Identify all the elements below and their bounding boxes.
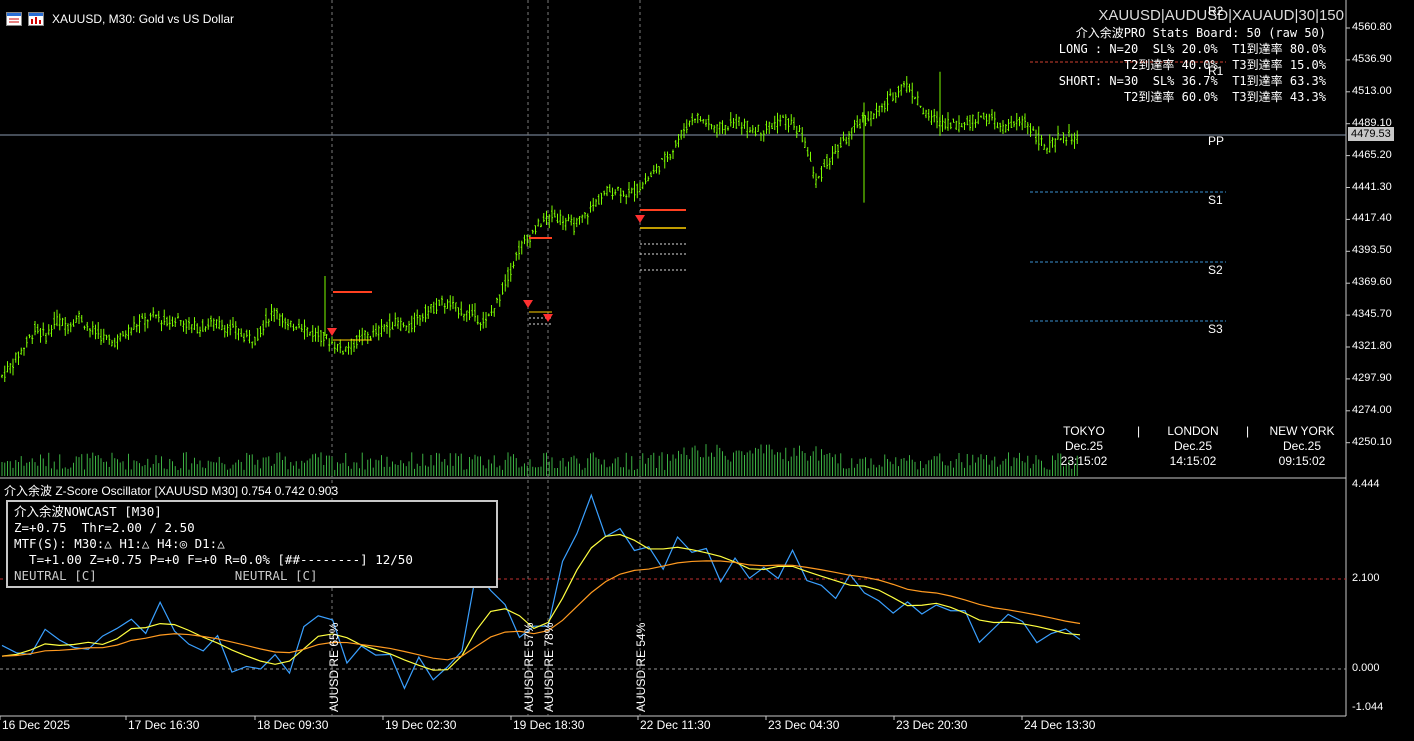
event-label: AUUSD RE 78% xyxy=(542,622,556,712)
chart-canvas[interactable] xyxy=(0,0,1414,741)
session-name: LONDON xyxy=(1167,424,1219,438)
sell-arrow-icon xyxy=(543,314,553,322)
sell-arrow-icon xyxy=(523,300,533,308)
stats-line: SHORT: N=30 SL% 36.7% T1到達率 63.3% xyxy=(1058,74,1326,88)
time-tick: 22 Dec 11:30 xyxy=(640,718,711,732)
pivot-s1-label: S1 xyxy=(1208,193,1223,207)
nowcast-status-row: NEUTRAL [C] NEUTRAL [C] xyxy=(14,568,490,584)
price-tick: 4297.90 xyxy=(1352,371,1392,384)
session-date: Dec.25 xyxy=(1064,439,1104,453)
sell-arrow-icon xyxy=(635,215,645,223)
session-time: 09:15:02 xyxy=(1278,454,1326,468)
price-tick: 4393.50 xyxy=(1352,244,1392,257)
time-tick: 23 Dec 20:30 xyxy=(896,718,968,732)
pivot-s3-label: S3 xyxy=(1208,322,1223,336)
osc-axis-tick: 2.100 xyxy=(1352,572,1380,584)
nowcast-line: 介入余波NOWCAST [M30] xyxy=(14,504,162,519)
session-name: TOKYO xyxy=(1063,424,1105,438)
current-price-tag: 4479.53 xyxy=(1348,127,1394,141)
session-name: NEW YORK xyxy=(1269,424,1335,438)
price-tick: 4513.00 xyxy=(1352,84,1392,97)
session-date: Dec.25 xyxy=(1282,439,1322,453)
pivot-r1-label: R1 xyxy=(1208,64,1224,78)
nowcast-line: T=+1.00 Z=+0.75 P=+0 F=+0 R=0.0% [##----… xyxy=(14,552,413,567)
price-tick: 4417.40 xyxy=(1352,212,1392,225)
osc-axis-tick: 4.444 xyxy=(1352,478,1380,490)
price-tick: 4560.80 xyxy=(1352,21,1392,33)
session-newyork: NEW YORK Dec.25 09:15:02 xyxy=(1258,424,1346,469)
chart-symbol-title: XAUUSD, M30: Gold vs US Dollar xyxy=(52,12,235,26)
stats-line: LONG : N=20 SL% 20.0% T1到達率 80.0% xyxy=(1058,42,1326,56)
time-tick: 19 Dec 18:30 xyxy=(513,718,585,732)
session-time: 23:15:02 xyxy=(1060,454,1108,468)
grid-lines xyxy=(0,0,1350,720)
stats-line: T2到達率 60.0% T3到達率 43.3% xyxy=(1123,90,1326,104)
price-tick: 4441.30 xyxy=(1352,180,1392,193)
price-tick: 4465.20 xyxy=(1352,148,1392,161)
chart-type-icon[interactable] xyxy=(28,12,44,26)
session-separator: | xyxy=(1245,424,1250,438)
time-tick: 23 Dec 04:30 xyxy=(768,718,840,732)
session-tokyo: TOKYO Dec.25 23:15:02 xyxy=(1040,424,1128,469)
time-tick: 17 Dec 16:30 xyxy=(128,718,200,732)
pivot-r2-label: R2 xyxy=(1208,4,1224,18)
session-date: Dec.25 xyxy=(1173,439,1213,453)
nowcast-line: MTF(S): M30:△ H1:△ H4:◎ D1:△ xyxy=(14,536,225,551)
time-tick: 18 Dec 09:30 xyxy=(257,718,329,732)
chart-list-icon[interactable] xyxy=(6,12,22,26)
session-time: 14:15:02 xyxy=(1169,454,1217,468)
osc-axis-tick: -1.044 xyxy=(1352,701,1384,713)
oscillator-title: 介入余波 Z-Score Oscillator [XAUUSD M30] 0.7… xyxy=(4,484,339,498)
stats-line: T2到達率 40.0% T3到達率 15.0% xyxy=(1123,58,1326,72)
nowcast-line: Z=+0.75 Thr=2.00 / 2.50 xyxy=(14,520,195,535)
sell-arrow-icon xyxy=(327,328,337,336)
price-tick: 4250.10 xyxy=(1352,435,1392,448)
price-tick: 4274.00 xyxy=(1352,403,1392,416)
nowcast-status-right: NEUTRAL [C] xyxy=(234,568,318,583)
pivot-s2-label: S2 xyxy=(1208,263,1223,277)
price-tick: 4369.60 xyxy=(1352,276,1392,289)
session-clocks: TOKYO Dec.25 23:15:02 | LONDON Dec.25 14… xyxy=(1040,424,1346,469)
pivot-pp-label: PP xyxy=(1208,134,1225,148)
price-tick: 4321.80 xyxy=(1352,340,1392,352)
volume-bars xyxy=(1,444,1078,476)
osc-axis-tick: 0.000 xyxy=(1352,662,1380,674)
nowcast-panel: 介入余波NOWCAST [M30] Z=+0.75 Thr=2.00 / 2.50… xyxy=(6,500,498,588)
time-tick: 24 Dec 13:30 xyxy=(1024,718,1096,732)
stats-line: 介入余波PRO Stats Board: 50 (raw 50) xyxy=(1075,26,1326,40)
price-tick: 4536.90 xyxy=(1352,52,1392,65)
event-label: AUUSD RE 54% xyxy=(634,622,648,712)
candlesticks xyxy=(1,71,1079,382)
session-london: LONDON Dec.25 14:15:02 xyxy=(1149,424,1237,469)
time-axis[interactable]: 16 Dec 2025 17 Dec 16:30 18 Dec 09:30 19 De… xyxy=(0,716,1346,741)
event-label: AUUSD RE 65% xyxy=(327,622,341,712)
price-axis[interactable]: 4560.80 4536.90 4513.00 4489.10 4465.20 4441.… xyxy=(1346,0,1414,478)
stats-board: 介入余波PRO Stats Board: 50 (raw 50) LONG : N… xyxy=(1059,25,1326,105)
time-tick: 19 Dec 02:30 xyxy=(385,718,457,732)
nowcast-status-left: NEUTRAL [C] xyxy=(14,568,97,583)
chart-titlebar: XAUUSD, M30: Gold vs US Dollar xyxy=(6,10,234,28)
price-tick: 4345.70 xyxy=(1352,308,1392,321)
session-separator: | xyxy=(1136,424,1141,438)
time-tick: 16 Dec 2025 xyxy=(2,718,71,732)
event-label: AUUSD RE 57% xyxy=(522,622,536,712)
